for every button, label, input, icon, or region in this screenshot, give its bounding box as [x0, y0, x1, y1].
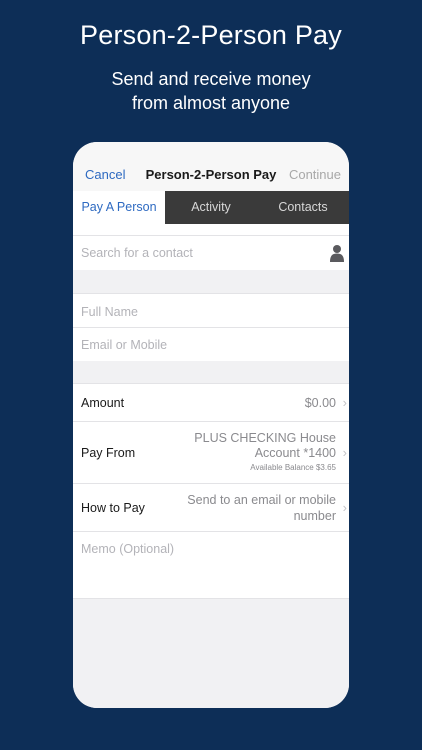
tab-activity[interactable]: Activity	[165, 191, 257, 224]
section-spacer	[73, 361, 349, 383]
bottom-area	[73, 599, 349, 708]
tab-pay-a-person[interactable]: Pay A Person	[73, 191, 165, 224]
full-name-placeholder: Full Name	[81, 305, 138, 319]
phone-screen: Cancel Person-2-Person Pay Continue Pay …	[73, 142, 349, 708]
email-or-mobile-field[interactable]: Email or Mobile	[73, 327, 349, 361]
tab-bar: Pay A Person Activity Contacts	[73, 191, 349, 224]
search-row[interactable]: Search for a contact	[73, 235, 349, 270]
tab-contacts[interactable]: Contacts	[257, 191, 349, 224]
navigation-bar: Cancel Person-2-Person Pay Continue	[73, 142, 349, 191]
available-balance: Available Balance $3.65	[250, 463, 336, 472]
pay-from-account-line1: PLUS CHECKING House	[194, 431, 336, 445]
how-to-pay-value-line1: Send to an email or mobile	[187, 493, 336, 507]
continue-button[interactable]: Continue	[289, 167, 341, 182]
how-to-pay-value-line2: number	[293, 509, 336, 523]
amount-row[interactable]: Amount $0.00 ›	[73, 383, 349, 421]
pay-from-label: Pay From	[81, 446, 136, 460]
chevron-right-icon: ›	[342, 445, 347, 460]
memo-placeholder: Memo (Optional)	[81, 542, 175, 556]
pay-from-row[interactable]: Pay From PLUS CHECKING House Account *14…	[73, 421, 349, 483]
memo-field[interactable]: Memo (Optional)	[73, 531, 349, 599]
full-name-field[interactable]: Full Name	[73, 293, 349, 327]
promo-title: Person-2-Person Pay	[80, 20, 342, 50]
section-spacer	[73, 270, 349, 293]
amount-label: Amount	[81, 396, 125, 410]
how-to-pay-label: How to Pay	[81, 501, 145, 515]
promo-subtitle-line1: Send and receive money	[111, 69, 311, 89]
email-or-mobile-placeholder: Email or Mobile	[81, 338, 168, 352]
promo-subtitle: Send and receive money from almost anyon…	[0, 67, 422, 115]
pay-from-account-line2: Account *1400	[254, 446, 336, 460]
chevron-right-icon: ›	[342, 395, 347, 410]
promo-subtitle-line2: from almost anyone	[131, 93, 291, 113]
search-input[interactable]: Search for a contact	[81, 246, 193, 260]
how-to-pay-row[interactable]: How to Pay Send to an email or mobile nu…	[73, 483, 349, 531]
person-icon[interactable]	[330, 244, 344, 262]
amount-value: $0.00	[304, 396, 336, 410]
chevron-right-icon: ›	[342, 500, 347, 515]
